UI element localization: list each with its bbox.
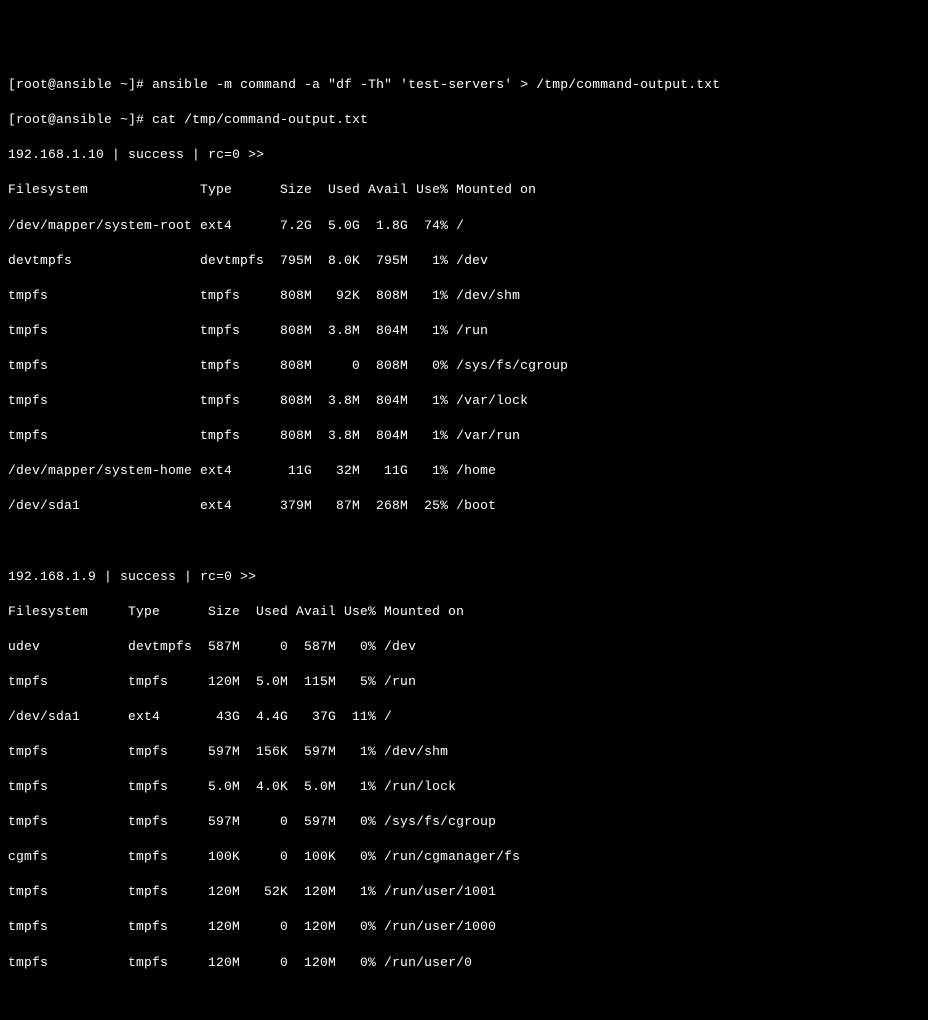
- prompt-line-2: [root@ansible ~]# cat /tmp/command-outpu…: [8, 111, 920, 129]
- prompt-symbol: #: [136, 77, 144, 92]
- df-row: tmpfs tmpfs 120M 0 120M 0% /run/user/0: [8, 954, 920, 972]
- df-row: /dev/sda1 ext4 379M 87M 268M 25% /boot: [8, 497, 920, 515]
- prompt-line-1: [root@ansible ~]# ansible -m command -a …: [8, 76, 920, 94]
- prompt-dir: ~: [120, 112, 128, 127]
- df-row: /dev/mapper/system-home ext4 11G 32M 11G…: [8, 462, 920, 480]
- df-row: tmpfs tmpfs 120M 52K 120M 1% /run/user/1…: [8, 883, 920, 901]
- prompt-dir: ~: [120, 77, 128, 92]
- df-row: tmpfs tmpfs 597M 156K 597M 1% /dev/shm: [8, 743, 920, 761]
- shell-prompt: [root@ansible ~]#: [8, 112, 144, 127]
- host-rc: rc=0: [208, 147, 240, 162]
- df-header: Filesystem Type Size Used Avail Use% Mou…: [8, 181, 920, 199]
- host-rc: rc=0: [200, 569, 232, 584]
- command-text: cat /tmp/command-output.txt: [152, 112, 368, 127]
- prompt-host: ansible: [56, 112, 112, 127]
- df-row: tmpfs tmpfs 808M 0 808M 0% /sys/fs/cgrou…: [8, 357, 920, 375]
- host-marker: >>: [240, 569, 256, 584]
- df-row: cgmfs tmpfs 100K 0 100K 0% /run/cgmanage…: [8, 848, 920, 866]
- df-row: tmpfs tmpfs 808M 3.8M 804M 1% /run: [8, 322, 920, 340]
- blank-line: [8, 532, 920, 550]
- host-marker: >>: [248, 147, 264, 162]
- host-ip: 192.168.1.10: [8, 147, 104, 162]
- command-text: ansible -m command -a "df -Th" 'test-ser…: [152, 77, 720, 92]
- df-row: tmpfs tmpfs 120M 5.0M 115M 5% /run: [8, 673, 920, 691]
- df-row: devtmpfs devtmpfs 795M 8.0K 795M 1% /dev: [8, 252, 920, 270]
- df-row: tmpfs tmpfs 120M 0 120M 0% /run/user/100…: [8, 918, 920, 936]
- df-row: tmpfs tmpfs 597M 0 597M 0% /sys/fs/cgrou…: [8, 813, 920, 831]
- prompt-user: root: [16, 112, 48, 127]
- prompt-symbol: #: [136, 112, 144, 127]
- host-header-1: 192.168.1.10 | success | rc=0 >>: [8, 146, 920, 164]
- shell-prompt: [root@ansible ~]#: [8, 77, 144, 92]
- df-header: Filesystem Type Size Used Avail Use% Mou…: [8, 603, 920, 621]
- df-row: udev devtmpfs 587M 0 587M 0% /dev: [8, 638, 920, 656]
- df-row: tmpfs tmpfs 808M 92K 808M 1% /dev/shm: [8, 287, 920, 305]
- df-row: /dev/sda1 ext4 43G 4.4G 37G 11% /: [8, 708, 920, 726]
- host-status: success: [120, 569, 176, 584]
- df-row: tmpfs tmpfs 808M 3.8M 804M 1% /var/run: [8, 427, 920, 445]
- host-header-2: 192.168.1.9 | success | rc=0 >>: [8, 568, 920, 586]
- df-row: tmpfs tmpfs 808M 3.8M 804M 1% /var/lock: [8, 392, 920, 410]
- df-row: tmpfs tmpfs 5.0M 4.0K 5.0M 1% /run/lock: [8, 778, 920, 796]
- host-ip: 192.168.1.9: [8, 569, 96, 584]
- df-row: /dev/mapper/system-root ext4 7.2G 5.0G 1…: [8, 217, 920, 235]
- prompt-host: ansible: [56, 77, 112, 92]
- prompt-user: root: [16, 77, 48, 92]
- host-status: success: [128, 147, 184, 162]
- blank-line: [8, 989, 920, 1007]
